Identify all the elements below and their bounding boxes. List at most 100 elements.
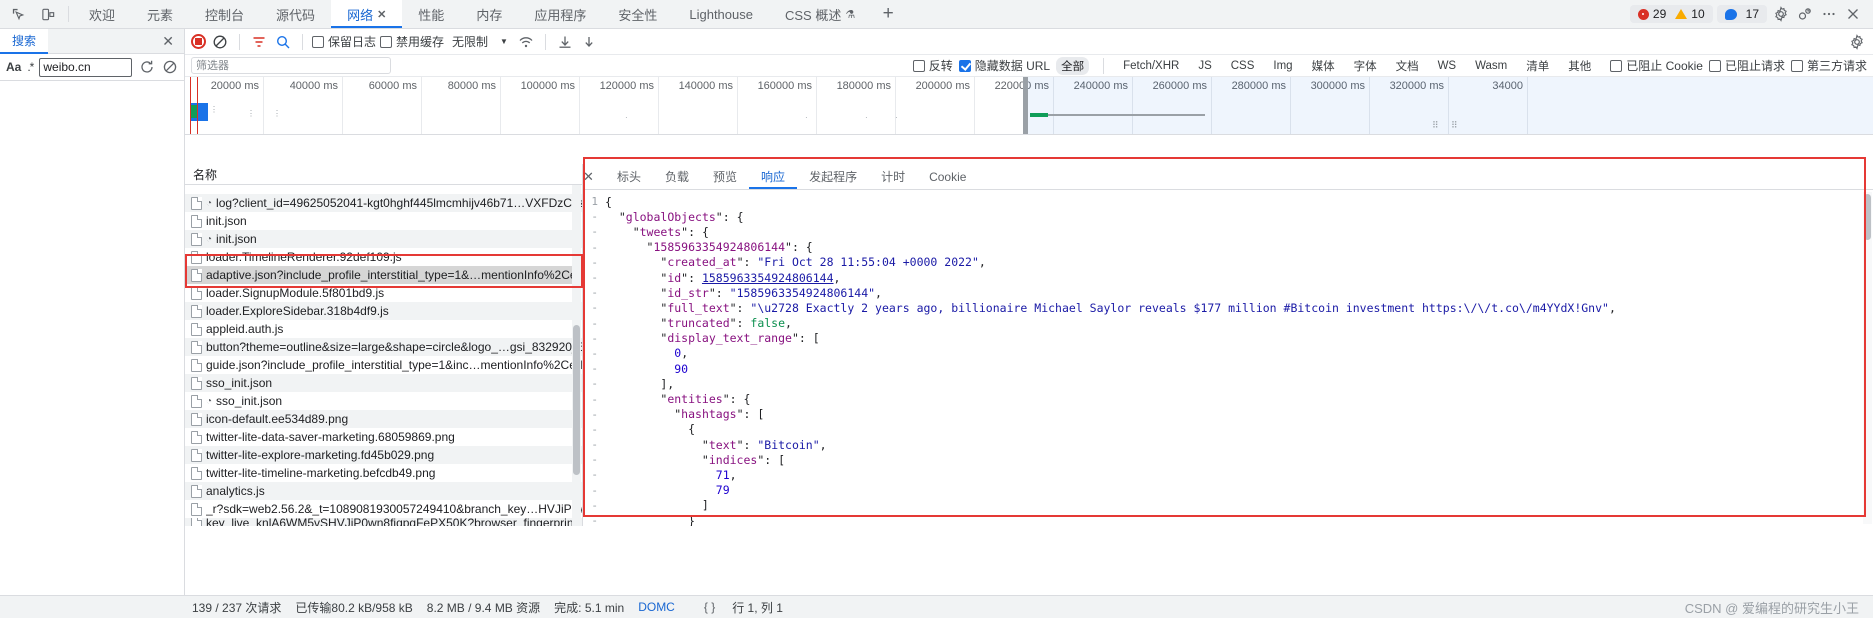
table-row[interactable]: twitter-lite-explore-marketing.fd45b029.…	[185, 446, 582, 464]
response-scrollbar[interactable]	[1863, 192, 1872, 524]
gear-icon[interactable]	[1847, 32, 1867, 52]
filter-type-css[interactable]: CSS	[1226, 59, 1260, 73]
response-body-viewer[interactable]: 1{- "globalObjects": {- "tweets": {- "15…	[583, 190, 1873, 526]
blocked-requests-checkbox[interactable]: 已阻止请求	[1708, 57, 1785, 74]
filter-button[interactable]	[249, 32, 269, 52]
filter-type-all[interactable]: 全部	[1056, 56, 1090, 75]
table-row[interactable]	[185, 185, 582, 194]
more-tabs-button[interactable]: +	[871, 0, 905, 28]
refresh-icon[interactable]	[138, 59, 155, 76]
tab-response[interactable]: 响应	[749, 164, 798, 189]
filter-type-js[interactable]: JS	[1193, 59, 1216, 73]
tab-initiator[interactable]: 发起程序	[797, 164, 869, 189]
third-party-requests-checkbox[interactable]: 第三方请求	[1790, 57, 1867, 74]
tab-application[interactable]: 应用程序	[518, 0, 602, 28]
table-row[interactable]: ◔ sso_init.json	[185, 392, 582, 410]
table-row[interactable]: twitter-lite-timeline-marketing.befcdb49…	[185, 464, 582, 482]
regex-icon[interactable]: .*	[27, 60, 34, 74]
device-toolbar-icon[interactable]	[38, 4, 58, 24]
invert-checkbox[interactable]: 反转	[912, 57, 953, 74]
timeline-resize-handle[interactable]: ⠿	[1432, 120, 1440, 131]
search-icon[interactable]	[273, 32, 293, 52]
table-row[interactable]: icon-default.ee534d89.png	[185, 410, 582, 428]
disable-cache-checkbox[interactable]: 禁用缓存	[380, 33, 444, 50]
table-row[interactable]: loader.ExploreSidebar.318b4df9.js	[185, 302, 582, 320]
clear-button[interactable]	[210, 32, 230, 52]
pretty-print-button[interactable]: { }	[701, 600, 718, 614]
tab-css-overview[interactable]: CSS 概述 ⚗	[769, 0, 871, 28]
table-row[interactable]: appleid.auth.js	[185, 320, 582, 338]
search-close-icon[interactable]: ✕	[152, 33, 184, 50]
timeline-selection-window[interactable]	[1023, 77, 1873, 134]
filter-type-other[interactable]: 其他	[1563, 57, 1596, 75]
network-overview-timeline[interactable]: 20000 ms 40000 ms 60000 ms 80000 ms 1000…	[185, 77, 1873, 135]
tab-security[interactable]: 安全性	[602, 0, 673, 28]
tab-timing[interactable]: 计时	[869, 164, 917, 189]
export-har-icon[interactable]	[579, 32, 599, 52]
tab-network[interactable]: 网络 ✕	[331, 0, 403, 28]
experiment-icon[interactable]	[1795, 4, 1815, 24]
table-row[interactable]: loader.TimelineRenderer.92def109.js	[185, 248, 582, 266]
table-row[interactable]: ◔ log?client_id=49625052041-kgt0hghf445l…	[185, 194, 582, 212]
network-conditions-icon[interactable]	[516, 32, 536, 52]
tab-console[interactable]: 控制台	[189, 0, 260, 28]
request-list-header[interactable]: 名称	[185, 164, 582, 185]
scrollbar-thumb[interactable]	[1864, 194, 1871, 240]
timeline-left-grabber[interactable]	[1023, 77, 1028, 134]
filter-type-media[interactable]: 媒体	[1307, 57, 1340, 75]
filter-input[interactable]	[191, 57, 391, 74]
gear-icon[interactable]	[1771, 4, 1791, 24]
tab-welcome[interactable]: 欢迎	[73, 0, 131, 28]
request-list-scrollbar[interactable]	[572, 185, 581, 526]
filter-type-ws[interactable]: WS	[1433, 59, 1462, 73]
tab-memory[interactable]: 内存	[460, 0, 518, 28]
table-row[interactable]: key_live_knlA6WM5vSHVJiP0wn8fiqpqFePX50K…	[185, 518, 582, 526]
tab-preview[interactable]: 预览	[701, 164, 749, 189]
throttle-select[interactable]: 无限制 ▼	[448, 32, 512, 51]
table-row[interactable]: analytics.js	[185, 482, 582, 500]
hide-data-urls-checkbox[interactable]: 隐藏数据 URL	[958, 57, 1050, 74]
tab-cookies[interactable]: Cookie	[917, 164, 978, 189]
filter-type-wasm[interactable]: Wasm	[1470, 59, 1512, 73]
error-counter[interactable]: 29	[1637, 7, 1666, 21]
filter-type-doc[interactable]: 文档	[1391, 57, 1424, 75]
filter-type-manifest[interactable]: 清单	[1521, 57, 1554, 75]
scrollbar-thumb[interactable]	[573, 325, 580, 475]
tab-payload[interactable]: 负载	[653, 164, 701, 189]
code-text: "created_at": "Fri Oct 28 11:55:04 +0000…	[605, 255, 986, 270]
issue-counters[interactable]: 29 10	[1629, 5, 1713, 23]
search-tab-label[interactable]: 搜索	[0, 28, 49, 54]
table-row[interactable]: loader.SignupModule.5f801bd9.js	[185, 284, 582, 302]
table-row[interactable]: guide.json?include_profile_interstitial_…	[185, 356, 582, 374]
inspect-element-icon[interactable]	[8, 4, 28, 24]
filter-type-img[interactable]: Img	[1268, 59, 1297, 73]
filter-type-font[interactable]: 字体	[1349, 57, 1382, 75]
table-row[interactable]: init.json	[185, 212, 582, 230]
close-response-panel-icon[interactable]: ✕	[583, 169, 594, 185]
table-row[interactable]: ◔ init.json	[185, 230, 582, 248]
match-case-icon[interactable]: Aa	[6, 60, 21, 74]
table-row[interactable]: _r?sdk=web2.56.2&_t=1089081930057249410&…	[185, 500, 582, 518]
table-row[interactable]: button?theme=outline&size=large&shape=ci…	[185, 338, 582, 356]
table-row[interactable]: twitter-lite-data-saver-marketing.680598…	[185, 428, 582, 446]
tab-headers[interactable]: 标头	[605, 164, 653, 189]
table-row-selected[interactable]: adaptive.json?include_profile_interstiti…	[185, 266, 582, 284]
tab-elements[interactable]: 元素	[131, 0, 189, 28]
tab-close-icon[interactable]: ✕	[377, 8, 386, 21]
warning-counter[interactable]: 10	[1675, 7, 1705, 21]
preserve-log-checkbox[interactable]: 保留日志	[312, 33, 376, 50]
clear-icon[interactable]	[161, 59, 178, 76]
tab-performance[interactable]: 性能	[402, 0, 460, 28]
import-har-icon[interactable]	[555, 32, 575, 52]
tab-sources[interactable]: 源代码	[260, 0, 331, 28]
tab-lighthouse[interactable]: Lighthouse	[673, 0, 769, 28]
blocked-cookies-checkbox[interactable]: 已阻止 Cookie	[1610, 57, 1703, 74]
search-input[interactable]	[39, 57, 132, 77]
info-counter[interactable]: 17	[1716, 5, 1767, 23]
more-options-icon[interactable]	[1819, 4, 1839, 24]
filter-type-fetch-xhr[interactable]: Fetch/XHR	[1118, 59, 1184, 73]
close-icon[interactable]	[1843, 4, 1863, 24]
table-row[interactable]: sso_init.json	[185, 374, 582, 392]
timeline-resize-handle[interactable]: ⠿	[1451, 120, 1459, 131]
record-button[interactable]	[191, 34, 206, 49]
